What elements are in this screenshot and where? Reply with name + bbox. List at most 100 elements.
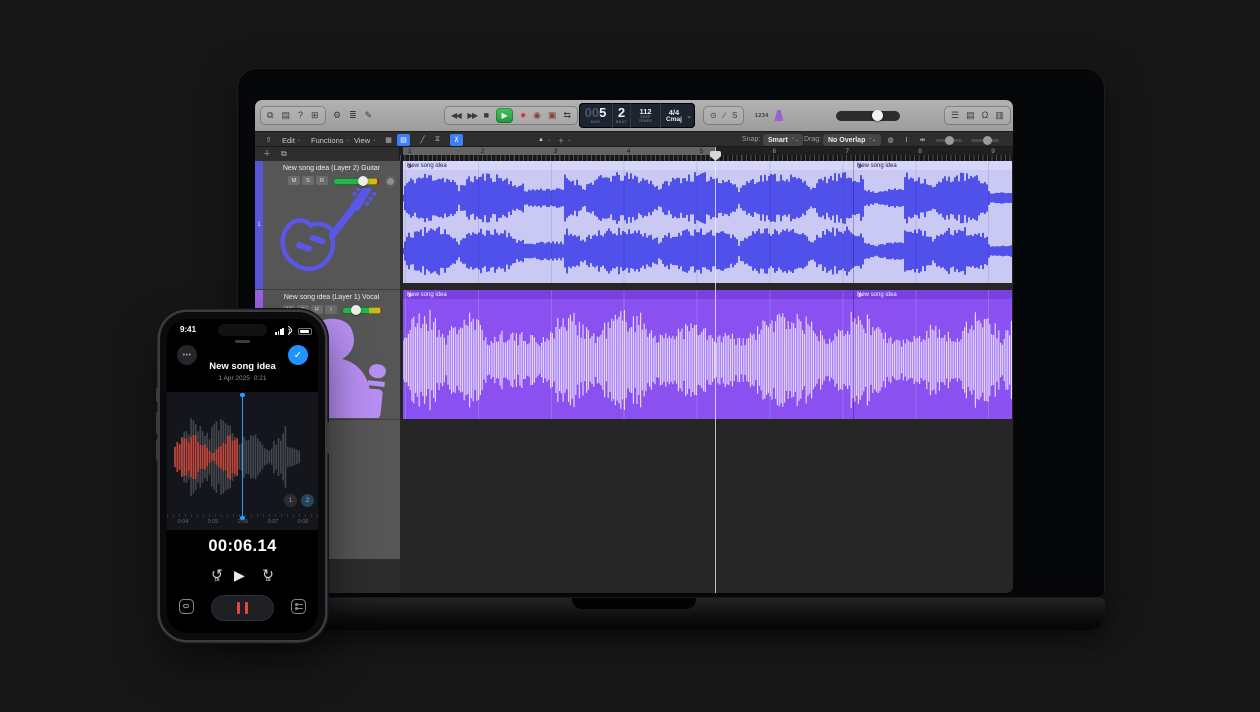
waveform-scrubber[interactable]: 1 2 0:040:050:060:070:08 (167, 392, 318, 530)
tuner-icon[interactable]: ⊙ (710, 112, 717, 120)
text-tool-icon[interactable]: I (900, 134, 913, 146)
pointer-tool-menu[interactable]: ▲⌄ (538, 134, 551, 146)
track-volume-knob[interactable] (358, 176, 368, 186)
add-track-icon[interactable]: ＋ (263, 150, 271, 158)
track-volume-knob[interactable] (351, 305, 361, 315)
skip-forward-15-button[interactable]: ↻15 (260, 566, 276, 582)
volume-down-button (156, 439, 159, 461)
settings-icon[interactable]: ⚙ (333, 111, 341, 120)
tracks-workspace: ＋ ⧉ 123456789 1 New song idea (Layer 2) … (255, 147, 1013, 593)
transcript-icon[interactable] (179, 599, 194, 614)
memo-playhead[interactable] (242, 395, 244, 518)
sheet-grabber[interactable] (235, 340, 250, 343)
secondary-tool-menu[interactable]: ＋⌄ (558, 134, 571, 146)
track-header-guitar[interactable]: 1 New song idea (Layer 2) Guitar M S R (255, 161, 400, 290)
input-monitor-button[interactable]: I (325, 305, 337, 314)
memo-play-button[interactable]: ▶ (234, 567, 245, 584)
cellular-signal-icon (275, 328, 284, 335)
drag-dropdown[interactable]: No Overlap⌃⌄ (823, 134, 881, 146)
automation-icon[interactable]: ╱ (416, 134, 429, 146)
replace-icon[interactable]: ▣ (548, 111, 557, 120)
snap-dropdown[interactable]: Smart⌃⌄ (763, 134, 803, 146)
track-volume-slider[interactable] (333, 178, 379, 185)
grid-view-icon[interactable]: ▦ (382, 134, 395, 146)
media-browser-icon[interactable]: ▥ (995, 111, 1004, 120)
tools-group: ⚙ ≣ ✎ (333, 106, 372, 125)
collapse-icon[interactable]: ⇹ (916, 134, 929, 146)
solo-button[interactable]: S (302, 176, 314, 185)
capture-recording-icon[interactable]: ◉ (533, 111, 541, 120)
macbook-notch (572, 598, 696, 609)
inspector-icon[interactable]: ▤ (281, 111, 290, 120)
pencil-icon[interactable]: ✎ (365, 111, 373, 120)
edit-menu[interactable]: Edit⌄ (282, 134, 301, 146)
lcd-chevron-icon[interactable]: ⌄ (686, 112, 692, 120)
horizontal-zoom-knob[interactable] (983, 136, 992, 145)
pan-knob[interactable] (385, 176, 396, 187)
guitar-icon (269, 188, 391, 288)
memo-tick-label: 0:08 (298, 519, 309, 525)
memo-time-ruler: 0:040:050:060:070:08 (167, 514, 318, 530)
layer-1-badge[interactable]: 1 (284, 494, 297, 507)
master-volume-knob[interactable] (872, 110, 883, 121)
cycle-icon[interactable]: ⇆ (563, 111, 571, 120)
bar-number: 7 (845, 148, 849, 155)
mute-button[interactable]: M (288, 176, 300, 185)
apple-loops-icon[interactable]: Ω (982, 111, 989, 120)
count-in-icon[interactable]: 1234 (755, 113, 768, 119)
lcd-key-section: 4/4 Cmaj (661, 103, 687, 128)
drag-label: Drag: (804, 136, 821, 143)
recording-title: New song idea (167, 361, 318, 372)
fast-forward-icon[interactable]: ▶▶ (467, 112, 476, 120)
waveform-zoom-icon[interactable]: ◍ (884, 134, 897, 146)
note-pads-icon[interactable]: ▤ (966, 111, 975, 120)
pause-recording-button[interactable] (211, 595, 274, 621)
bar-number: 3 (554, 148, 558, 155)
functions-menu[interactable]: Functions⌄ (311, 134, 350, 146)
track-volume-slider[interactable] (342, 307, 382, 314)
layer-2-badge[interactable]: 2 (301, 494, 314, 507)
view-menu[interactable]: View⌄ (354, 134, 376, 146)
playback-controls: ↺15 ▶ ↻15 (167, 566, 318, 588)
action-button (156, 388, 159, 402)
track-title: New song idea (Layer 2) Guitar (263, 165, 400, 172)
elapsed-time: 00:06.14 (167, 537, 318, 556)
quick-swipe-icon[interactable]: ∕ (724, 112, 725, 120)
skip-back-15-button[interactable]: ↺15 (209, 566, 225, 582)
record-icon[interactable]: ● (520, 111, 526, 121)
record-enable-button[interactable]: R (311, 305, 323, 314)
metronome-icon[interactable] (774, 110, 783, 121)
list-editors-icon[interactable]: ☰ (951, 111, 959, 120)
record-enable-button[interactable]: R (316, 176, 328, 185)
bar-ruler[interactable]: 123456789 (400, 147, 1013, 161)
flex-icon[interactable]: ⧖ (431, 134, 444, 146)
iphone-screen: 9:41 ••• ✓ New song idea 1 Apr 20250:21 … (167, 319, 318, 633)
toolbar-config-icon[interactable]: ⊞ (311, 111, 319, 120)
catch-playhead-icon[interactable]: ⊼ (450, 134, 463, 146)
quick-help-icon[interactable]: ? (298, 111, 303, 120)
play-button[interactable]: ▶ (496, 108, 513, 123)
regions-view-icon[interactable]: ▤ (397, 134, 410, 146)
battery-icon (298, 328, 312, 335)
right-panel-group: ☰ ▤ Ω ▥ (944, 106, 1011, 125)
master-volume-slider[interactable] (836, 111, 900, 121)
playhead-line[interactable] (715, 147, 716, 593)
dynamic-island (218, 324, 267, 336)
rewind-icon[interactable]: ◀◀ (451, 112, 460, 120)
vertical-zoom-knob[interactable] (945, 136, 954, 145)
stop-icon[interactable]: ■ (484, 111, 489, 120)
bar-number: 8 (918, 148, 922, 155)
logic-toolbar: ⧉ ▤ ? ⊞ ⚙ ≣ ✎ ◀◀ ▶▶ ■ ▶ ● ◉ ▣ ⇆ (255, 100, 1013, 131)
snap-label: Snap: (742, 136, 760, 143)
recording-options-icon[interactable] (291, 599, 306, 614)
vocal-audio-region[interactable]: New song idea ⊕ New song idea ⊕ (403, 290, 1012, 419)
browsers-icon[interactable]: ⧉ (267, 111, 273, 120)
mixer-icon[interactable]: ≣ (349, 111, 357, 120)
nav-up-icon[interactable]: ⇧ (262, 134, 275, 146)
guitar-audio-region[interactable]: New song idea ⊕ New song idea ⊕ (403, 161, 1012, 283)
solo-mode-icon[interactable]: S (732, 112, 737, 120)
lcd-display[interactable]: 005 BAR 2 BEAT 112 KEEP TEMPO 4/4 Cmaj ⌄ (579, 103, 695, 128)
duplicate-track-icon[interactable]: ⧉ (281, 150, 287, 158)
memo-tick-label: 0:07 (268, 519, 279, 525)
marketing-scene: ⧉ ▤ ? ⊞ ⚙ ≣ ✎ ◀◀ ▶▶ ■ ▶ ● ◉ ▣ ⇆ (0, 0, 1260, 712)
